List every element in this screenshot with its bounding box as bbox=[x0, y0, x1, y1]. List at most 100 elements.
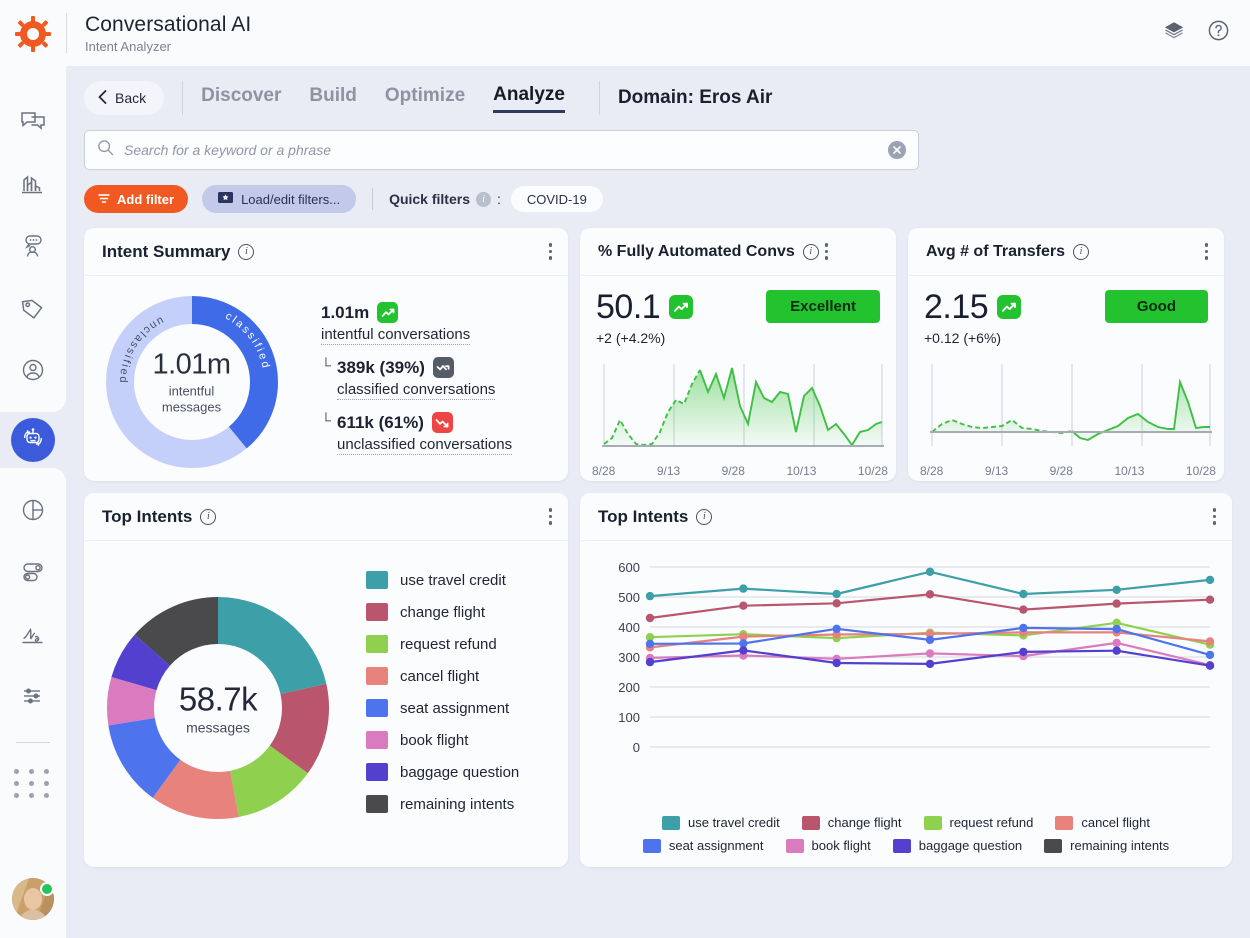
data-point[interactable] bbox=[646, 614, 654, 622]
data-point[interactable] bbox=[926, 568, 934, 576]
data-point[interactable] bbox=[926, 649, 934, 657]
legend-item[interactable]: remaining intents bbox=[1044, 838, 1169, 853]
data-point[interactable] bbox=[926, 660, 934, 668]
data-point[interactable] bbox=[832, 590, 840, 598]
toggles-icon bbox=[20, 560, 46, 584]
data-point[interactable] bbox=[1112, 599, 1120, 607]
app-logo-icon[interactable] bbox=[11, 12, 55, 56]
sidebar-item-signature[interactable] bbox=[10, 614, 56, 654]
sidebar-item-reports[interactable] bbox=[10, 490, 56, 530]
cards-row-bottom: Top Intents i 58.7k messages use trave bbox=[84, 493, 1232, 867]
data-point[interactable] bbox=[1112, 639, 1120, 647]
data-point[interactable] bbox=[926, 590, 934, 598]
legend-item[interactable]: use travel credit bbox=[366, 571, 568, 589]
legend-item[interactable]: remaining intents bbox=[366, 795, 568, 813]
legend-item[interactable]: cancel flight bbox=[1055, 815, 1150, 830]
tab-discover[interactable]: Discover bbox=[201, 85, 281, 111]
data-point[interactable] bbox=[1206, 596, 1214, 604]
data-point[interactable] bbox=[1019, 590, 1027, 598]
data-point[interactable] bbox=[739, 602, 747, 610]
legend-item[interactable]: book flight bbox=[366, 731, 568, 749]
donut-slice[interactable] bbox=[218, 597, 326, 694]
data-point[interactable] bbox=[646, 592, 654, 600]
tab-analyze[interactable]: Analyze bbox=[493, 84, 565, 113]
chevron-left-icon bbox=[98, 90, 107, 107]
data-point[interactable] bbox=[1206, 651, 1214, 659]
substat-unclassified: 611k (61%) unclassified conversations bbox=[321, 412, 568, 455]
legend-item[interactable]: request refund bbox=[366, 635, 568, 653]
clear-search-icon[interactable] bbox=[888, 141, 906, 159]
sidebar-item-analytics[interactable] bbox=[10, 164, 56, 204]
search-bar[interactable] bbox=[84, 130, 919, 170]
legend-item[interactable]: baggage question bbox=[366, 763, 568, 781]
data-point[interactable] bbox=[832, 599, 840, 607]
card-menu-icon[interactable] bbox=[549, 508, 553, 525]
tab-optimize[interactable]: Optimize bbox=[385, 85, 465, 111]
card-menu-icon[interactable] bbox=[1205, 243, 1209, 260]
sidebar-item-conversations[interactable] bbox=[10, 102, 56, 142]
legend-item[interactable]: baggage question bbox=[893, 838, 1022, 853]
card-menu-icon[interactable] bbox=[825, 243, 829, 260]
legend-label: baggage question bbox=[919, 838, 1022, 853]
data-point[interactable] bbox=[1112, 647, 1120, 655]
legend-item[interactable]: seat assignment bbox=[366, 699, 568, 717]
data-point[interactable] bbox=[1019, 648, 1027, 656]
data-point[interactable] bbox=[832, 625, 840, 633]
x-tick: 9/28 bbox=[1050, 464, 1073, 478]
legend-swatch bbox=[786, 839, 804, 853]
sidebar-item-intent-analyzer[interactable] bbox=[0, 412, 66, 468]
legend-item[interactable]: book flight bbox=[786, 838, 871, 853]
status-badge: Good bbox=[1105, 290, 1208, 323]
legend-item[interactable]: seat assignment bbox=[643, 838, 764, 853]
donut-center-line1: intentful bbox=[132, 384, 252, 400]
info-icon[interactable]: i bbox=[200, 509, 216, 525]
legend-item[interactable]: change flight bbox=[366, 603, 568, 621]
data-point[interactable] bbox=[1019, 605, 1027, 613]
legend-item[interactable]: cancel flight bbox=[366, 667, 568, 685]
data-point[interactable] bbox=[926, 636, 934, 644]
tab-build[interactable]: Build bbox=[309, 85, 357, 111]
layers-icon[interactable] bbox=[1163, 20, 1185, 47]
legend-item[interactable]: request refund bbox=[924, 815, 1034, 830]
help-circle-icon[interactable] bbox=[1207, 19, 1230, 47]
data-point[interactable] bbox=[1112, 625, 1120, 633]
legend-item[interactable]: change flight bbox=[802, 815, 902, 830]
data-point[interactable] bbox=[1206, 637, 1214, 645]
data-point[interactable] bbox=[646, 658, 654, 666]
apps-grid-icon[interactable] bbox=[14, 769, 52, 798]
top-intents-donut-chart: 58.7k messages bbox=[84, 551, 352, 865]
sidebar-item-agent-assist[interactable] bbox=[10, 226, 56, 266]
info-icon[interactable]: i bbox=[803, 244, 819, 260]
data-point[interactable] bbox=[739, 646, 747, 654]
data-point[interactable] bbox=[1019, 624, 1027, 632]
info-icon[interactable]: i bbox=[238, 244, 254, 260]
info-icon[interactable]: i bbox=[1073, 244, 1089, 260]
data-point[interactable] bbox=[1112, 586, 1120, 594]
stat-main-label: intentful conversations bbox=[321, 326, 470, 345]
sidebar-item-tags[interactable] bbox=[10, 288, 56, 328]
sidebar-item-preferences[interactable] bbox=[10, 676, 56, 716]
y-axis-tick: 100 bbox=[618, 710, 640, 725]
legend-item[interactable]: use travel credit bbox=[662, 815, 780, 830]
quick-filters-info-icon[interactable]: i bbox=[476, 192, 491, 207]
load-edit-filters-button[interactable]: Load/edit filters... bbox=[202, 185, 356, 213]
data-point[interactable] bbox=[739, 584, 747, 592]
sidebar-item-profile[interactable] bbox=[10, 350, 56, 390]
quick-filter-chip-covid19[interactable]: COVID-19 bbox=[511, 186, 603, 212]
data-point[interactable] bbox=[1206, 576, 1214, 584]
search-input[interactable] bbox=[124, 142, 888, 158]
info-icon[interactable]: i bbox=[696, 509, 712, 525]
data-point[interactable] bbox=[832, 659, 840, 667]
kpi-delta: +2 (+4.2%) bbox=[596, 330, 880, 346]
automated-sparkline bbox=[594, 362, 886, 454]
sidebar-item-settings-toggles[interactable] bbox=[10, 552, 56, 592]
y-axis-tick: 600 bbox=[618, 560, 640, 575]
back-button[interactable]: Back bbox=[84, 81, 164, 115]
data-point[interactable] bbox=[1206, 662, 1214, 670]
add-filter-button[interactable]: Add filter bbox=[84, 185, 188, 213]
substat-classified: 389k (39%) classified conversations bbox=[321, 357, 568, 400]
trend-down-icon bbox=[432, 412, 453, 433]
card-menu-icon[interactable] bbox=[1213, 508, 1217, 525]
card-menu-icon[interactable] bbox=[549, 243, 553, 260]
data-point[interactable] bbox=[646, 640, 654, 648]
